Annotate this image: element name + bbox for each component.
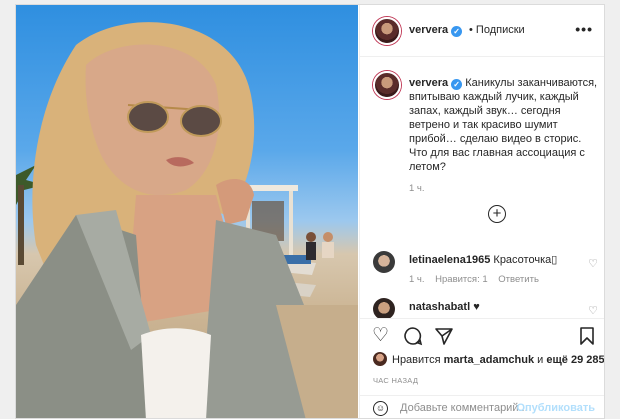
caption-username[interactable]: ververa ✓ [409,77,463,90]
caption-username-text[interactable]: ververa [409,77,448,89]
comment-text-line: natashabatl ♥ [409,300,480,314]
commenter-avatar[interactable] [373,298,395,320]
share-icon[interactable] [434,326,454,351]
comment-text: ♥ [473,301,480,313]
emoji-placeholder-icon: ▯ [551,254,558,266]
author-avatar[interactable] [373,17,401,45]
likes-count[interactable]: ещё 29 285 [546,354,604,366]
posted-ago[interactable]: ЧАС НАЗАД [373,376,418,385]
publish-button[interactable]: Опубликовать [516,402,595,414]
likes-summary: Нравится marta_adamchuk и ещё 29 285 [373,352,604,366]
beach-selfie-image [16,22,358,418]
heart-icon[interactable]: ♡ [588,257,598,270]
caption-text-block: ververa ✓ Каникулы заканчиваются, впитыва… [409,76,599,174]
bookmark-icon[interactable] [579,326,595,351]
liker-avatar[interactable] [373,352,387,366]
likes-joiner: и [537,354,544,366]
comment-text: Красоточка [493,254,552,266]
verified-icon: ✓ [451,26,463,37]
comment-time[interactable]: 1 ч. [409,274,425,285]
caption-time[interactable]: 1 ч. [409,183,425,194]
comment-username[interactable]: letinaelena1965 [409,254,490,266]
commenter-avatar[interactable] [373,251,395,273]
verified-icon: ✓ [451,79,463,90]
emoji-icon[interactable]: ☺ [373,401,388,416]
comment-icon[interactable] [403,326,423,351]
heart-icon[interactable]: ♡ [588,304,598,317]
comment-username[interactable]: natashabatl [409,301,470,313]
likes-prefix: Нравится [392,354,441,366]
follow-status[interactable]: • Подписки [469,24,525,36]
liker-username[interactable]: marta_adamchuk [444,354,535,366]
post-card: ververa ✓ • Подписки ••• ververa ✓ Каникул… [15,4,605,419]
caption-avatar[interactable] [373,71,401,99]
post-panel: ververa ✓ • Подписки ••• ververa ✓ Каникул… [359,5,604,418]
comment-meta: 1 ч. Нравится: 1 Ответить [409,274,547,285]
author-username[interactable]: ververa ✓ [409,24,463,37]
caption-text: Каникулы заканчиваются, впитываю каждый … [409,77,598,173]
comment-text-line: letinaelena1965 Красоточка▯ [409,253,557,267]
post-header: ververa ✓ • Подписки ••• [360,5,604,57]
comment-box: ☺ Добавьте комментарий... Опубликовать [360,395,604,418]
comment-input[interactable]: Добавьте комментарий... [400,402,528,414]
comment-likes[interactable]: Нравится: 1 [435,274,487,285]
comment-reply[interactable]: Ответить [498,274,539,285]
post-photo[interactable] [16,5,358,418]
plus-circle-icon[interactable]: + [488,205,506,223]
action-bar: ♡ [360,318,604,352]
heart-icon[interactable]: ♡ [372,326,389,346]
more-icon[interactable]: ••• [575,21,593,37]
author-username-text[interactable]: ververa [409,24,448,36]
